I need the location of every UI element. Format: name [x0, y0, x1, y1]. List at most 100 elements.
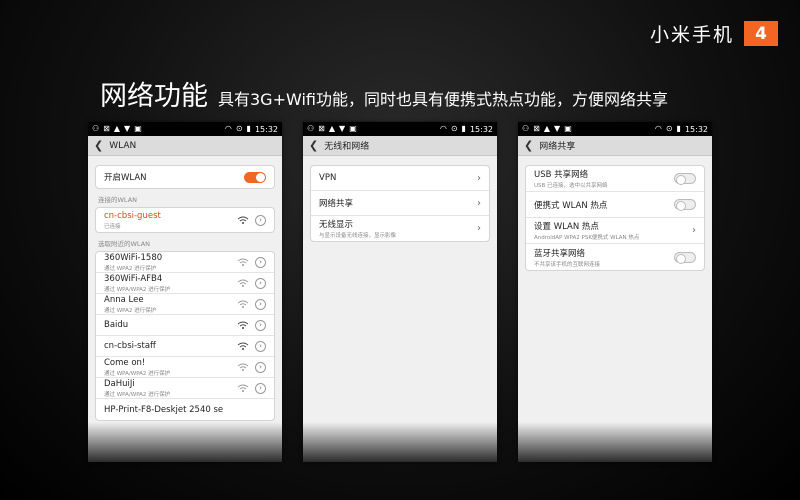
- lock-icon: ▣: [134, 124, 142, 133]
- menu-item-portable-hotspot[interactable]: 便携式 WLAN 热点: [526, 192, 704, 218]
- menu-item-label: 蓝牙共享网络: [534, 248, 586, 259]
- list-item[interactable]: DaHuiJi 通过 WPA/WPA2 进行保护 ›: [96, 378, 274, 399]
- title-bar: ❮ 无线和网络: [303, 136, 497, 156]
- debug-icon: ⊠: [318, 124, 325, 133]
- list-item[interactable]: Anna Lee 通过 WPA2 进行保护 ›: [96, 294, 274, 315]
- network-detail-button[interactable]: ›: [255, 382, 266, 394]
- wifi-signal-icon: ◠: [224, 124, 232, 133]
- battery-icon: ▮: [676, 124, 681, 133]
- connected-network-status: 已连接: [104, 223, 121, 230]
- wifi-lock-icon: [237, 279, 249, 287]
- wlan-toggle-switch[interactable]: [244, 171, 266, 183]
- heading-subtitle: 具有3G+Wifi功能，同时也具有便携式热点功能，方便网络共享: [218, 90, 668, 109]
- chevron-right-icon: ›: [477, 197, 481, 209]
- connected-network-name: cn-cbsi-guest: [104, 210, 161, 221]
- screen-title: WLAN: [109, 140, 137, 151]
- hotspot-switch[interactable]: [674, 199, 696, 211]
- phone-screen-tethering: ⚇ ⊠ ▲ ▼ ▣ ◠ ⊙ ▮ 15:32 ❮ 网络共享 USB 共享网络 USB…: [518, 122, 712, 462]
- alarm-icon: ⊙: [450, 124, 458, 133]
- network-detail-button[interactable]: ›: [255, 340, 266, 352]
- network-name: 360WiFi-1580: [104, 252, 163, 263]
- menu-item-bluetooth-tethering[interactable]: 蓝牙共享网络 不共享该手机的互联网连接: [526, 244, 704, 270]
- back-arrow-icon[interactable]: ❮: [309, 140, 318, 151]
- menu-item-description: USB 已连接，选中以共享网络: [534, 183, 608, 189]
- network-detail-button[interactable]: ›: [255, 361, 266, 373]
- network-detail-button[interactable]: ›: [255, 277, 266, 289]
- wifi-signal-icon: [237, 216, 249, 224]
- list-item[interactable]: cn-cbsi-staff ›: [96, 336, 274, 357]
- usb-icon: ⚇: [522, 124, 530, 133]
- available-networks-list: 360WiFi-1580 通过 WPA2 进行保护 › 360WiFi-AFB4 通…: [95, 251, 275, 421]
- lock-icon: ▣: [349, 124, 357, 133]
- download-icon: ▼: [554, 124, 561, 133]
- back-arrow-icon[interactable]: ❮: [524, 140, 533, 151]
- network-security: 通过 WPA/WPA2 进行保护: [104, 391, 171, 398]
- list-item[interactable]: Baidu ›: [96, 315, 274, 336]
- list-item[interactable]: Come on! 通过 WPA/WPA2 进行保护 ›: [96, 357, 274, 378]
- phone-screen-wireless-networks: ⚇ ⊠ ▲ ▼ ▣ ◠ ⊙ ▮ 15:32 ❮ 无线和网络 VPN › 网络共享…: [303, 122, 497, 462]
- brand-text: 小米手机: [649, 24, 734, 46]
- usb-icon: ⚇: [307, 124, 315, 133]
- back-arrow-icon[interactable]: ❮: [94, 140, 103, 151]
- list-item[interactable]: 360WiFi-1580 通过 WPA2 进行保护 ›: [96, 252, 274, 273]
- wlan-toggle-label: 开启WLAN: [104, 173, 147, 183]
- connected-network-card: cn-cbsi-guest 已连接 ›: [95, 207, 275, 233]
- network-name: HP-Print-F8-Deskjet 2540 se: [104, 404, 224, 415]
- network-name: 360WiFi-AFB4: [104, 273, 163, 284]
- download-icon: ▼: [339, 124, 346, 133]
- title-bar: ❮ WLAN: [88, 136, 282, 156]
- network-detail-button[interactable]: ›: [255, 319, 266, 331]
- menu-item-hotspot-settings[interactable]: 设置 WLAN 热点 AndroidAP WPA2 PSK便携式 WLAN 热点 …: [526, 218, 704, 244]
- menu-item-wireless-display[interactable]: 无线显示 与显示设备无线连接，显示影像 ›: [311, 216, 489, 241]
- menu-item-label: 便携式 WLAN 热点: [534, 200, 608, 211]
- upload-icon: ▲: [113, 124, 121, 133]
- battery-icon: ▮: [246, 124, 251, 133]
- debug-icon: ⊠: [533, 124, 540, 133]
- network-name: Anna Lee: [104, 294, 144, 305]
- menu-item-tethering[interactable]: 网络共享 ›: [311, 191, 489, 216]
- wifi-signal-icon: [237, 321, 249, 329]
- lock-icon: ▣: [564, 124, 572, 133]
- menu-item-description: 与显示设备无线连接，显示影像: [319, 233, 397, 239]
- title-bar: ❮ 网络共享: [518, 136, 712, 156]
- menu-item-label: USB 共享网络: [534, 170, 589, 180]
- wireless-settings-list: VPN › 网络共享 › 无线显示与显示设备无线连接，显示影像 ›: [310, 165, 490, 242]
- status-bar: ⚇ ⊠ ▲ ▼ ▣ ◠ ⊙ ▮ 15:32: [303, 122, 497, 136]
- wifi-lock-icon: [237, 384, 249, 392]
- wlan-toggle-row[interactable]: 开启WLAN: [96, 166, 274, 188]
- heading-title: 网络功能: [100, 81, 208, 112]
- wifi-lock-icon: [237, 258, 249, 266]
- usb-tethering-switch[interactable]: [674, 173, 696, 185]
- debug-icon: ⊠: [103, 124, 110, 133]
- connected-network-row[interactable]: cn-cbsi-guest 已连接 ›: [96, 208, 274, 232]
- upload-icon: ▲: [543, 124, 551, 133]
- network-name: Come on!: [104, 357, 146, 368]
- chevron-right-icon: ›: [692, 225, 696, 236]
- status-bar: ⚇ ⊠ ▲ ▼ ▣ ◠ ⊙ ▮ 15:32: [518, 122, 712, 136]
- network-detail-button[interactable]: ›: [255, 298, 266, 310]
- list-item[interactable]: 360WiFi-AFB4 通过 WPA/WPA2 进行保护 ›: [96, 273, 274, 294]
- section-label-connected: 连接的WLAN: [98, 196, 138, 204]
- status-bar: ⚇ ⊠ ▲ ▼ ▣ ◠ ⊙ ▮ 15:32: [88, 122, 282, 136]
- phone-screen-wlan: ⚇ ⊠ ▲ ▼ ▣ ◠ ⊙ ▮ 15:32 ❮ WLAN 开启WLAN 连接的W…: [88, 122, 282, 462]
- list-item[interactable]: HP-Print-F8-Deskjet 2540 se: [96, 399, 274, 420]
- menu-item-label: VPN: [319, 173, 337, 183]
- network-detail-button[interactable]: ›: [255, 214, 266, 226]
- wifi-lock-icon: [237, 300, 249, 308]
- alarm-icon: ⊙: [665, 124, 673, 133]
- slide-heading: 网络功能 具有3G+Wifi功能，同时也具有便携式热点功能，方便网络共享: [100, 74, 668, 113]
- screen-title: 网络共享: [539, 142, 576, 152]
- bluetooth-tethering-switch[interactable]: [674, 251, 696, 264]
- network-security: 通过 WPA/WPA2 进行保护: [104, 286, 171, 293]
- wlan-toggle-card: 开启WLAN: [95, 165, 275, 189]
- network-name: DaHuiJi: [104, 378, 135, 389]
- network-detail-button[interactable]: ›: [255, 256, 266, 268]
- wifi-signal-icon: [237, 342, 249, 350]
- section-label-available: 选取附近的WLAN: [98, 240, 151, 248]
- menu-item-usb-tethering[interactable]: USB 共享网络 USB 已连接，选中以共享网络: [526, 166, 704, 192]
- wifi-lock-icon: [237, 363, 249, 371]
- menu-item-vpn[interactable]: VPN ›: [311, 166, 489, 191]
- wifi-signal-icon: ◠: [654, 124, 662, 133]
- screen-title: 无线和网络: [324, 142, 370, 152]
- menu-item-label: 无线显示: [319, 220, 354, 230]
